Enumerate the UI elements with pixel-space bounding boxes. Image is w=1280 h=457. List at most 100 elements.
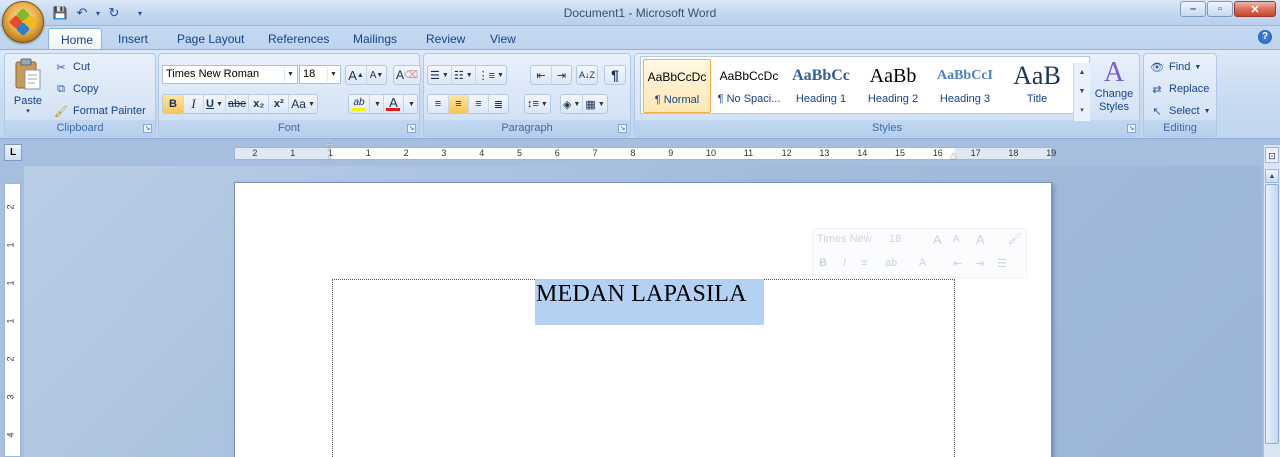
tab-insert[interactable]: Insert bbox=[106, 28, 160, 50]
gallery-down-button[interactable]: ▼ bbox=[1074, 82, 1090, 101]
show-marks-button[interactable]: ¶ bbox=[604, 65, 626, 85]
document-heading[interactable]: MEDAN LAPASILA bbox=[535, 279, 764, 325]
replace-icon: ⇄ bbox=[1152, 83, 1162, 96]
increase-indent-icon: ⇥ bbox=[556, 69, 567, 82]
mini-center-icon[interactable]: ≡ bbox=[861, 257, 867, 269]
decrease-indent-button[interactable]: ⇤ bbox=[531, 66, 551, 84]
style-heading-3[interactable]: AaBbCcI Heading 3 bbox=[931, 59, 999, 113]
tab-selector-button[interactable]: L bbox=[4, 144, 22, 161]
italic-button[interactable]: I bbox=[183, 95, 203, 113]
find-button[interactable]: 👁 Find ▼ bbox=[1149, 57, 1201, 77]
paragraph-dialog-launcher[interactable]: ↘ bbox=[618, 124, 627, 133]
mini-toolbar[interactable]: Times New 18 A A A 🖌 B I ≡ ab A ⇤ ⇥ ☰ bbox=[812, 228, 1027, 278]
copy-icon: ⧉ bbox=[57, 82, 65, 95]
highlight-button[interactable]: ab bbox=[349, 95, 369, 113]
font-color-dropdown[interactable]: ▼ bbox=[402, 95, 417, 113]
highlight-dropdown[interactable]: ▼ bbox=[369, 95, 383, 113]
view-ruler-toggle[interactable]: ⊡ bbox=[1265, 147, 1279, 163]
minimize-button[interactable]: – bbox=[1180, 1, 1206, 17]
mini-shrink-icon[interactable]: A bbox=[953, 234, 960, 245]
font-color-button[interactable]: A bbox=[382, 95, 403, 113]
font-dialog-launcher[interactable]: ↘ bbox=[407, 124, 416, 133]
gallery-more-button[interactable]: ▾ bbox=[1074, 101, 1090, 120]
tab-references[interactable]: References bbox=[256, 28, 341, 50]
mini-font-color-icon[interactable]: A bbox=[919, 257, 926, 269]
tab-page-layout[interactable]: Page Layout bbox=[165, 28, 256, 50]
mini-highlight-icon[interactable]: ab bbox=[885, 257, 897, 269]
restore-button[interactable]: ▫ bbox=[1207, 1, 1233, 17]
style-title[interactable]: AaB Title bbox=[1003, 59, 1071, 113]
align-right-button[interactable]: ≡ bbox=[468, 95, 488, 113]
paragraph-group: ☰ ▼ ☷ ▼ ⋮≡ ▼ ⇤ ⇥ A↓Z ¶ ≡ ≡ ≡ ≣ ↕≡ ▼ ◈ ▼ ▦ ▼ Pa… bbox=[423, 53, 631, 137]
superscript-button[interactable]: x² bbox=[268, 95, 288, 113]
help-icon[interactable]: ? bbox=[1258, 30, 1272, 44]
style-normal[interactable]: AaBbCcDc ¶ Normal bbox=[643, 59, 711, 113]
tab-mailings[interactable]: Mailings bbox=[341, 28, 409, 50]
mini-font-size[interactable]: 18 bbox=[889, 233, 901, 245]
cut-label: Cut bbox=[73, 61, 91, 73]
cut-button[interactable]: ✂ Cut bbox=[53, 57, 90, 77]
underline-button[interactable]: U ▼ bbox=[203, 95, 225, 113]
align-left-button[interactable]: ≡ bbox=[428, 95, 448, 113]
sort-button[interactable]: A↓Z bbox=[576, 65, 599, 85]
change-case-button[interactable]: Aa ▼ bbox=[288, 95, 317, 113]
numbering-button[interactable]: ☷ ▼ bbox=[450, 66, 475, 84]
vertical-ruler[interactable]: 2 1 1 1 2 3 4 bbox=[4, 183, 21, 457]
mini-bullets-icon[interactable]: ☰ bbox=[997, 257, 1007, 270]
change-styles-button[interactable]: A Change Styles bbox=[1092, 58, 1136, 120]
justify-button[interactable]: ≣ bbox=[488, 95, 508, 113]
right-indent-marker[interactable]: △ bbox=[950, 150, 957, 161]
close-button[interactable]: ✕ bbox=[1234, 1, 1276, 17]
mini-increase-indent-icon[interactable]: ⇥ bbox=[975, 257, 984, 270]
subscript-button[interactable]: x₂ bbox=[248, 95, 268, 113]
grow-font-button[interactable]: A ▲ bbox=[346, 66, 366, 84]
format-painter-button[interactable]: 🖌 Format Painter bbox=[53, 101, 146, 121]
numbering-icon: ☷ bbox=[453, 69, 464, 82]
bullets-button[interactable]: ☰ ▼ bbox=[428, 66, 451, 84]
gallery-up-button[interactable]: ▲ bbox=[1074, 63, 1090, 82]
replace-label: Replace bbox=[1169, 83, 1210, 95]
select-button[interactable]: ↖ Select ▼ bbox=[1149, 101, 1210, 121]
replace-button[interactable]: ⇄ Replace bbox=[1149, 79, 1209, 99]
paste-button[interactable]: Paste ▾ bbox=[11, 58, 45, 122]
shrink-font-button[interactable]: A ▼ bbox=[366, 66, 386, 84]
mini-decrease-indent-icon[interactable]: ⇤ bbox=[953, 257, 962, 270]
bold-button[interactable]: B bbox=[163, 95, 183, 113]
style-heading-1[interactable]: AaBbCc Heading 1 bbox=[787, 59, 855, 113]
mini-style-icon[interactable]: A bbox=[976, 232, 985, 247]
ruler-number: 13 bbox=[819, 148, 830, 158]
clear-formatting-button[interactable]: A ⌫ bbox=[393, 65, 422, 85]
mini-bold-icon[interactable]: B bbox=[819, 257, 827, 269]
horizontal-ruler[interactable]: 2 1 1 1 2 3 4 5 6 7 8 9 10 11 12 13 14 15 16 17 18 19 ▽ △ △ bbox=[234, 142, 1056, 163]
mini-grow-icon[interactable]: A bbox=[933, 232, 942, 247]
hanging-indent-marker[interactable]: △ bbox=[326, 153, 333, 164]
line-spacing-button[interactable]: ↕≡ ▼ bbox=[524, 94, 551, 114]
tab-home[interactable]: Home bbox=[48, 28, 102, 50]
clipboard-dialog-launcher[interactable]: ↘ bbox=[143, 124, 152, 133]
borders-button[interactable]: ▦ ▼ bbox=[582, 95, 606, 113]
first-line-indent-marker[interactable]: ▽ bbox=[326, 142, 333, 153]
align-center-button[interactable]: ≡ bbox=[448, 95, 468, 113]
copy-button[interactable]: ⧉ Copy bbox=[53, 79, 99, 99]
multilevel-list-button[interactable]: ⋮≡ ▼ bbox=[474, 66, 506, 84]
scrollbar-thumb[interactable] bbox=[1265, 184, 1279, 444]
vertical-scrollbar[interactable]: ⊡ ▲ bbox=[1263, 145, 1280, 457]
font-size-select[interactable]: 18 ▼ bbox=[299, 65, 341, 84]
scissors-icon: ✂ bbox=[56, 61, 66, 74]
tab-review[interactable]: Review bbox=[414, 28, 477, 50]
mini-format-painter-icon[interactable]: 🖌 bbox=[1008, 232, 1022, 245]
tab-view[interactable]: View bbox=[478, 28, 528, 50]
shading-button[interactable]: ◈ ▼ bbox=[561, 95, 582, 113]
ruler-number: 16 bbox=[932, 148, 943, 158]
mini-font-family[interactable]: Times New bbox=[817, 233, 872, 245]
style-no-spacing[interactable]: AaBbCcDc ¶ No Spaci... bbox=[715, 59, 783, 113]
scroll-up-button[interactable]: ▲ bbox=[1265, 169, 1279, 183]
ruler-number: 6 bbox=[554, 148, 560, 158]
increase-indent-button[interactable]: ⇥ bbox=[551, 66, 571, 84]
mini-italic-icon[interactable]: I bbox=[843, 257, 846, 269]
styles-dialog-launcher[interactable]: ↘ bbox=[1127, 124, 1136, 133]
strikethrough-button[interactable]: abe bbox=[224, 95, 248, 113]
font-family-select[interactable]: Times New Roman ▼ bbox=[162, 65, 298, 84]
style-heading-2[interactable]: AaBb Heading 2 bbox=[859, 59, 927, 113]
office-button[interactable] bbox=[2, 1, 44, 43]
